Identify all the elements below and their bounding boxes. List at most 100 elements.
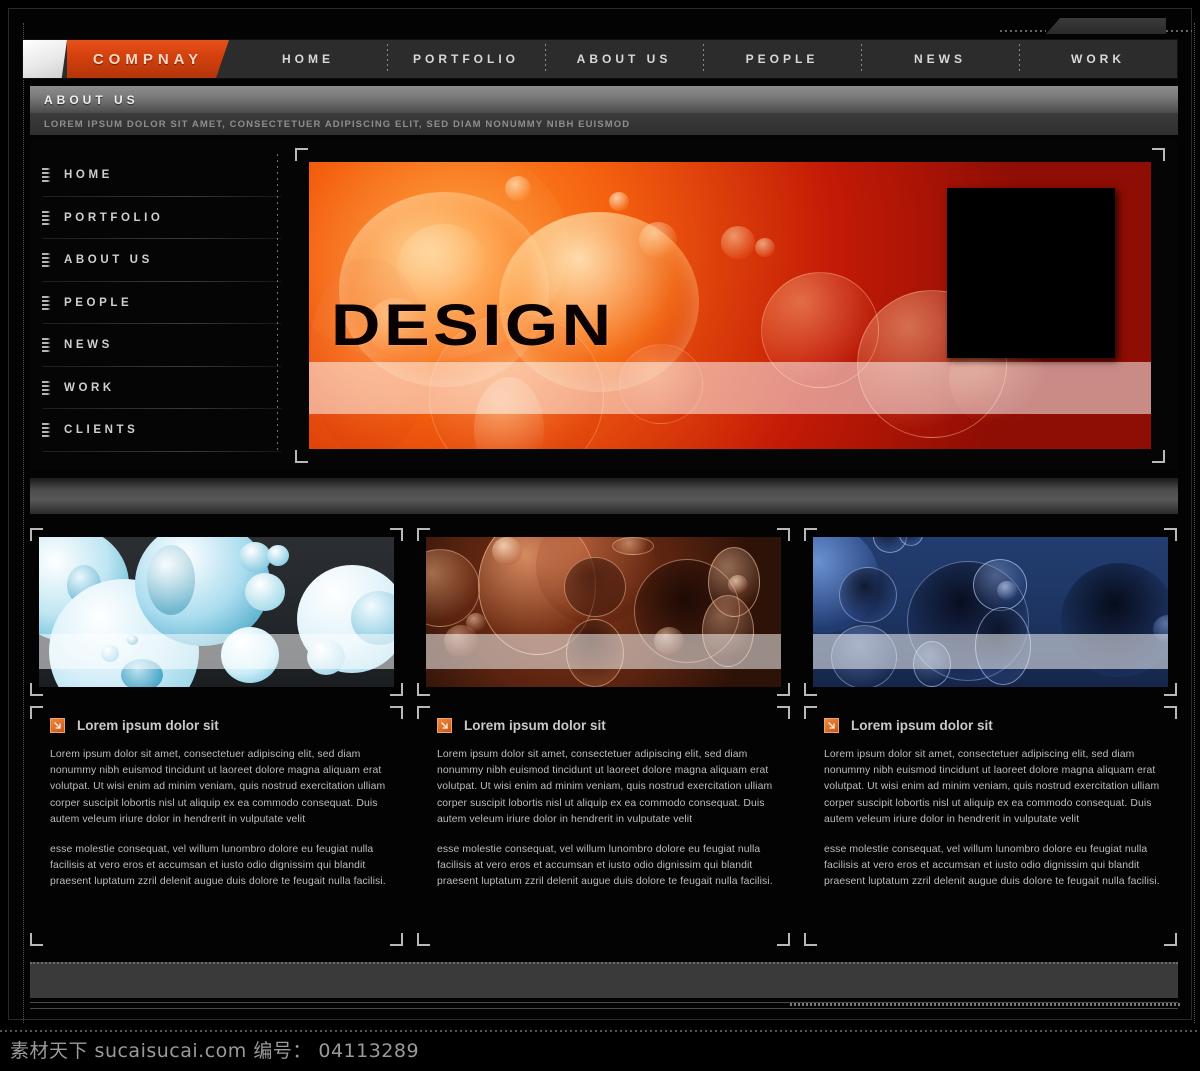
corner-bracket-tr: [390, 706, 403, 719]
sidebar-item-portfolio[interactable]: PORTFOLIO: [42, 197, 282, 240]
hero-image-placeholder: [947, 188, 1115, 358]
corner-bracket-bl: [30, 933, 43, 946]
section-divider-bar: [30, 478, 1178, 514]
sidebar-menu: HOME PORTFOLIO ABOUT US PEOPLE NEWS WORK…: [42, 154, 282, 452]
corner-bracket-br: [1164, 933, 1177, 946]
sidebar-item-clients[interactable]: CLIENTS: [42, 409, 282, 452]
page-title: ABOUT US: [44, 92, 139, 107]
arrow-down-right-icon: [437, 718, 452, 733]
hero-banner-band: [309, 362, 1151, 414]
sidebar-item-label: PORTFOLIO: [64, 211, 164, 224]
card-body: Lorem ipsum dolor sit Lorem ipsum dolor …: [417, 706, 790, 946]
sidebar-item-label: WORK: [64, 381, 115, 394]
hero-banner-image[interactable]: DESIGN: [309, 162, 1151, 449]
nav-item-about-us[interactable]: ABOUT US: [545, 40, 703, 78]
corner-bracket-br: [390, 933, 403, 946]
sidebar-item-news[interactable]: NEWS: [42, 324, 282, 367]
card-paragraph-1: Lorem ipsum dolor sit amet, consectetuer…: [824, 749, 1160, 825]
logo-mark-icon: [23, 40, 67, 78]
hero-banner-frame: DESIGN: [295, 148, 1165, 463]
footer-rule-2: [30, 1008, 1178, 1009]
thumbnail-band: [426, 634, 781, 669]
feature-card: Lorem ipsum dolor sit Lorem ipsum dolor …: [804, 528, 1177, 948]
corner-bracket-tl: [804, 706, 817, 719]
bullet-icon: [42, 295, 52, 310]
sidebar-item-people[interactable]: PEOPLE: [42, 282, 282, 325]
feature-card-row: Lorem ipsum dolor sit Lorem ipsum dolor …: [30, 528, 1178, 948]
bullet-icon: [42, 380, 52, 395]
card-thumbnail-image[interactable]: [39, 537, 394, 687]
sidebar-item-label: PEOPLE: [64, 296, 133, 309]
arrow-down-right-icon: [824, 718, 839, 733]
card-thumbnail-image[interactable]: [426, 537, 781, 687]
sidebar-item-home[interactable]: HOME: [42, 154, 282, 197]
corner-bracket-br: [1152, 450, 1165, 463]
card-paragraph-1: Lorem ipsum dolor sit amet, consectetuer…: [50, 749, 386, 825]
corner-bracket-tr: [1152, 148, 1165, 161]
bullet-icon: [42, 253, 52, 268]
nav-item-home[interactable]: HOME: [229, 40, 387, 78]
corner-bracket-tr: [777, 706, 790, 719]
logo-plate: COMPNAY: [67, 40, 229, 78]
nav-item-news[interactable]: NEWS: [861, 40, 1019, 78]
corner-bracket-tl: [30, 706, 43, 719]
sidebar-item-label: ABOUT US: [64, 254, 153, 267]
thumbnail-band: [813, 634, 1168, 669]
corner-bracket-br: [777, 933, 790, 946]
page-subtitle-bar: LOREM IPSUM DOLOR SIT AMET, CONSECTETUER…: [30, 113, 1178, 135]
brand-name: COMPNAY: [92, 50, 204, 68]
nav-item-portfolio[interactable]: PORTFOLIO: [387, 40, 545, 78]
card-paragraph-2: esse molestie consequat, vel willum luno…: [824, 844, 1160, 888]
hero-headline: DESIGN: [331, 293, 615, 358]
card-paragraph-1: Lorem ipsum dolor sit amet, consectetuer…: [437, 749, 773, 825]
bullet-icon: [42, 168, 52, 183]
feature-card: Lorem ipsum dolor sit Lorem ipsum dolor …: [30, 528, 403, 948]
sidebar-item-work[interactable]: WORK: [42, 367, 282, 410]
corner-bracket-bl: [417, 933, 430, 946]
watermark-text: 素材天下 sucaisucai.com 编号： 04113289: [10, 1040, 420, 1062]
card-body: Lorem ipsum dolor sit Lorem ipsum dolor …: [30, 706, 403, 946]
card-thumbnail-frame: [804, 528, 1177, 696]
sidebar-item-about-us[interactable]: ABOUT US: [42, 239, 282, 282]
card-thumbnail-image[interactable]: [813, 537, 1168, 687]
corner-bracket-tl: [295, 148, 308, 161]
corner-bracket-tl: [417, 706, 430, 719]
page-title-bar: ABOUT US: [30, 86, 1178, 113]
card-title: Lorem ipsum dolor sit: [464, 718, 606, 733]
corner-bracket-tr: [1164, 706, 1177, 719]
corner-bracket-bl: [295, 450, 308, 463]
card-thumbnail-frame: [417, 528, 790, 696]
feature-card: Lorem ipsum dolor sit Lorem ipsum dolor …: [417, 528, 790, 948]
arrow-down-right-icon: [50, 718, 65, 733]
sidebar-item-label: HOME: [64, 169, 113, 182]
top-dot-rule-right: [1166, 30, 1192, 32]
card-heading: Lorem ipsum dolor sit: [437, 718, 776, 733]
card-title: Lorem ipsum dolor sit: [851, 718, 993, 733]
card-paragraph-2: esse molestie consequat, vel willum luno…: [437, 844, 773, 888]
nav-item-people[interactable]: PEOPLE: [703, 40, 861, 78]
card-heading: Lorem ipsum dolor sit: [50, 718, 389, 733]
page-subtitle: LOREM IPSUM DOLOR SIT AMET, CONSECTETUER…: [44, 118, 631, 130]
card-heading: Lorem ipsum dolor sit: [824, 718, 1163, 733]
card-title: Lorem ipsum dolor sit: [77, 718, 219, 733]
top-navigation-bar: COMPNAY HOME PORTFOLIO ABOUT US PEOPLE N…: [22, 39, 1178, 79]
sidebar-item-label: CLIENTS: [64, 424, 139, 437]
bullet-icon: [42, 210, 52, 225]
sidebar-item-label: NEWS: [64, 339, 113, 352]
footer-bar: [30, 962, 1178, 998]
top-corner-tab: [1046, 18, 1166, 34]
thumbnail-band: [39, 634, 394, 669]
top-dot-rule-left: [1000, 30, 1046, 32]
bullet-icon: [42, 423, 52, 438]
bullet-icon: [42, 338, 52, 353]
nav-item-list: HOME PORTFOLIO ABOUT US PEOPLE NEWS WORK: [229, 40, 1177, 78]
hero-section: HOME PORTFOLIO ABOUT US PEOPLE NEWS WORK…: [30, 140, 1178, 470]
footer-dot-rule: [790, 1003, 1180, 1006]
brand-logo[interactable]: COMPNAY: [23, 40, 229, 78]
nav-item-work[interactable]: WORK: [1019, 40, 1177, 78]
card-paragraph-2: esse molestie consequat, vel willum luno…: [50, 844, 386, 888]
watermark-dot-rule: [0, 1030, 1200, 1032]
corner-bracket-bl: [804, 933, 817, 946]
sidebar-divider: [277, 154, 278, 454]
card-body: Lorem ipsum dolor sit Lorem ipsum dolor …: [804, 706, 1177, 946]
